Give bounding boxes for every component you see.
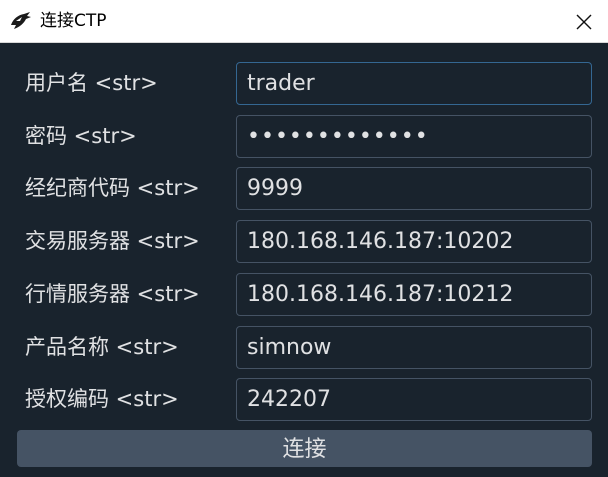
form-row-market-server: 行情服务器 <str> (0, 273, 608, 316)
trade-server-label: 交易服务器 <str> (25, 229, 200, 253)
username-label: 用户名 <str> (25, 71, 158, 95)
form-row-trade-server: 交易服务器 <str> (0, 220, 608, 263)
form-row-broker-id: 经纪商代码 <str> (0, 167, 608, 210)
product-name-input[interactable] (236, 326, 592, 369)
market-server-label: 行情服务器 <str> (25, 282, 200, 306)
close-button[interactable] (566, 7, 602, 37)
window-title: 连接CTP (40, 11, 107, 31)
app-icon (11, 12, 31, 29)
broker-id-input[interactable] (236, 167, 592, 210)
form-row-username: 用户名 <str> (0, 62, 608, 105)
form-row-product-name: 产品名称 <str> (0, 326, 608, 369)
form-row-auth-code: 授权编码 <str> (0, 378, 608, 421)
market-server-input[interactable] (236, 273, 592, 316)
broker-id-label: 经纪商代码 <str> (25, 176, 200, 200)
product-name-label: 产品名称 <str> (25, 335, 179, 359)
form-row-password: 密码 <str> (0, 115, 608, 158)
auth-code-input[interactable] (236, 378, 592, 421)
auth-code-label: 授权编码 <str> (25, 387, 179, 411)
connect-ctp-dialog: 连接CTP 用户名 <str> 密码 <str> 经纪商代码 <str> 交易服… (0, 0, 608, 477)
close-icon (576, 14, 592, 30)
connect-button[interactable]: 连接 (17, 430, 592, 467)
trade-server-input[interactable] (236, 220, 592, 263)
username-input[interactable] (236, 62, 592, 105)
password-input[interactable] (236, 115, 592, 158)
password-label: 密码 <str> (25, 124, 137, 148)
title-bar[interactable]: 连接CTP (0, 0, 608, 43)
